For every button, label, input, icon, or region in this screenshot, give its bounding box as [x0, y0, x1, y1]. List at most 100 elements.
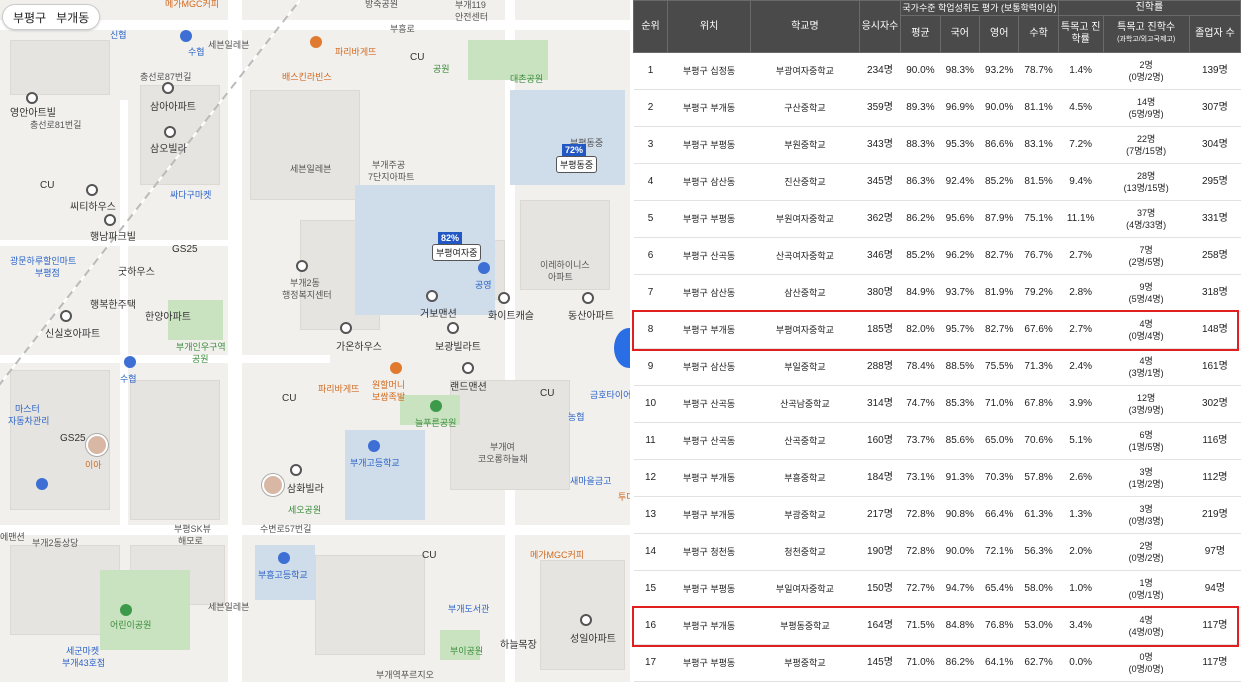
map-label[interactable]: 화이트캐슬: [488, 307, 534, 322]
map-label[interactable]: CU: [422, 550, 436, 561]
breadcrumb-district[interactable]: 부평구: [13, 9, 46, 26]
table-row[interactable]: 7 부평구 삼산동 삼산중학교 380명 84.9% 93.7% 81.9% 79.2% 2.8…: [633, 274, 1241, 312]
map-label[interactable]: 부흥고등학교: [258, 568, 308, 581]
table-row[interactable]: 17 부평구 부평동 부평중학교 145명 71.0% 86.2% 64.1% 62.7% 0.…: [633, 644, 1241, 682]
map-label[interactable]: 아파트: [548, 270, 573, 283]
table-row[interactable]: 11 부평구 산곡동 산곡중학교 160명 73.7% 85.6% 65.0% 70.6% 5.…: [633, 422, 1241, 460]
map-label[interactable]: 대촌공원: [510, 72, 543, 85]
map-label[interactable]: 새마을금고: [570, 474, 611, 487]
school-score-badge[interactable]: 72%: [562, 144, 587, 156]
cell-rate: 7.2%: [1058, 126, 1104, 164]
map-label[interactable]: 성일아파트: [570, 630, 616, 645]
map-label[interactable]: 어린이공원: [110, 618, 151, 631]
table-row[interactable]: 16 부평구 부개동 부평동중학교 164명 71.5% 84.8% 76.8% 53.0% 3…: [633, 607, 1241, 645]
map-label[interactable]: 이아: [85, 458, 102, 471]
map-label[interactable]: 랜드맨션: [450, 378, 487, 393]
map-label[interactable]: 방죽공원: [365, 0, 398, 10]
map-label[interactable]: 부개고등학교: [350, 456, 400, 469]
map-label[interactable]: 농협: [568, 410, 585, 423]
table-row[interactable]: 15 부평구 부평동 부일여자중학교 150명 72.7% 94.7% 65.4% 58.0%…: [633, 570, 1241, 608]
map-label[interactable]: 수협: [188, 45, 205, 58]
table-row[interactable]: 4 부평구 삼산동 진산중학교 345명 86.3% 92.4% 85.2% 81.5% 9.4…: [633, 163, 1241, 201]
map-label[interactable]: 싸다구마켓: [170, 188, 211, 201]
map-label[interactable]: CU: [540, 388, 554, 399]
map-label[interactable]: 7단지아파트: [368, 170, 414, 183]
map-label[interactable]: CU: [40, 180, 54, 191]
user-avatar-2[interactable]: [262, 474, 284, 496]
map-label[interactable]: 행복한주택: [90, 296, 136, 311]
map-label[interactable]: 세븐일레븐: [290, 162, 331, 175]
map-label[interactable]: 보쌈족발: [372, 390, 405, 403]
breadcrumb[interactable]: 부평구 부개동: [2, 4, 101, 30]
map-label[interactable]: GS25: [60, 433, 86, 444]
map-label[interactable]: 해모로: [178, 534, 203, 547]
map-label[interactable]: 부이공원: [450, 644, 483, 657]
map-view[interactable]: 메가MGC커피 방죽공원 부개119 안전센터 부흥로 신협 수협 세븐일레븐 파리바게뜨 CU 공…: [0, 0, 630, 682]
map-label[interactable]: 거보맨션: [420, 305, 457, 320]
map-label[interactable]: 부개2동상당: [32, 536, 78, 549]
map-label[interactable]: 한양아파트: [145, 308, 191, 323]
table-row[interactable]: 14 부평구 청천동 청천중학교 190명 72.8% 90.0% 72.1% 56.3% 2.…: [633, 533, 1241, 571]
table-row[interactable]: 8 부평구 부개동 부평여자중학교 185명 82.0% 95.7% 82.7% 67.6% 2…: [633, 311, 1241, 349]
map-label[interactable]: 메가MGC커피: [530, 548, 584, 561]
table-row[interactable]: 6 부평구 산곡동 산곡여자중학교 346명 85.2% 96.2% 82.7% 76.7% 2…: [633, 237, 1241, 275]
map-label[interactable]: 부개43호점: [62, 656, 105, 669]
map-label[interactable]: 굿하우스: [118, 263, 155, 278]
map-label[interactable]: 수협: [120, 372, 137, 385]
map-label[interactable]: 투다: [618, 490, 630, 503]
table-row[interactable]: 5 부평구 부평동 부원여자중학교 362명 86.2% 95.6% 87.9% 75.1% 1…: [633, 200, 1241, 238]
map-label[interactable]: 보광빌라트: [435, 338, 481, 353]
map-label[interactable]: 부흥로: [390, 22, 415, 35]
map-label[interactable]: CU: [410, 52, 424, 63]
map-label[interactable]: 코오롱하늘채: [478, 452, 528, 465]
table-row[interactable]: 1 부평구 십정동 부광여자중학교 234명 90.0% 98.3% 93.2% 78.7% 1…: [633, 52, 1241, 90]
map-label[interactable]: 행정복지센터: [282, 288, 332, 301]
map-label[interactable]: 충선로81번길: [30, 118, 81, 131]
map-label[interactable]: 파리바게뜨: [335, 45, 376, 58]
map-label[interactable]: 영안아트빌: [10, 104, 56, 119]
map-label[interactable]: GS25: [172, 244, 198, 255]
user-avatar-1[interactable]: [86, 434, 108, 456]
map-label[interactable]: 삼오빌라: [150, 140, 187, 155]
map-label[interactable]: 삼아아파트: [150, 98, 196, 113]
school-marker-label[interactable]: 부평여자중: [432, 244, 482, 261]
table-row[interactable]: 13 부평구 부개동 부광중학교 217명 72.8% 90.8% 66.4% 61.3% 1.…: [633, 496, 1241, 534]
map-label[interactable]: 에맨션: [0, 530, 25, 543]
map-label[interactable]: 배스킨라빈스: [282, 70, 332, 83]
map-label[interactable]: 동산아파트: [568, 307, 614, 322]
map-label[interactable]: 씨티하우스: [70, 198, 116, 213]
map-label[interactable]: 메가MGC커피: [165, 0, 219, 10]
breadcrumb-dong[interactable]: 부개동: [56, 9, 89, 26]
map-label[interactable]: 자동차관리: [8, 414, 49, 427]
map-label[interactable]: 파리바게뜨: [318, 382, 359, 395]
table-row[interactable]: 10 부평구 산곡동 산곡남중학교 314명 74.7% 85.3% 71.0% 67.8% 3…: [633, 385, 1241, 423]
map-label[interactable]: 세븐일레븐: [208, 600, 249, 613]
map-label[interactable]: 삼화빌라: [287, 480, 324, 495]
map-label[interactable]: 공영: [475, 278, 492, 291]
school-score-badge[interactable]: 82%: [438, 232, 463, 244]
map-label[interactable]: 늘푸른공원: [415, 416, 456, 429]
map-label[interactable]: 세오공원: [288, 503, 321, 516]
map-label[interactable]: 세븐일레븐: [208, 38, 249, 51]
map-label[interactable]: CU: [282, 393, 296, 404]
map-label[interactable]: 행남파크빌: [90, 228, 136, 243]
map-label[interactable]: 공원: [192, 352, 209, 365]
map-label[interactable]: 안전센터: [455, 10, 488, 23]
map-label[interactable]: 수변로57번길: [260, 522, 311, 535]
map-label[interactable]: 신실호아파트: [45, 325, 100, 340]
table-row[interactable]: 12 부평구 부개동 부흥중학교 184명 73.1% 91.3% 70.3% 57.8% 2.…: [633, 459, 1241, 497]
map-label[interactable]: 하늘목장: [500, 636, 537, 651]
map-label[interactable]: 부개역푸르지오: [376, 668, 434, 681]
map-label[interactable]: 가온하우스: [336, 338, 382, 353]
table-row[interactable]: 3 부평구 부평동 부원중학교 343명 88.3% 95.3% 86.6% 83.1% 7.2…: [633, 126, 1241, 164]
map-label[interactable]: 충선로87번길: [140, 70, 191, 83]
table-row[interactable]: 9 부평구 삼산동 부일중학교 288명 78.4% 88.5% 75.5% 71.3% 2.4…: [633, 348, 1241, 386]
map-label[interactable]: 부평점: [35, 266, 60, 279]
map-label[interactable]: 공원: [433, 62, 450, 75]
school-marker-label[interactable]: 부평동중: [556, 156, 598, 173]
location-marker[interactable]: [614, 328, 630, 368]
map-label[interactable]: 금호타이어: [590, 388, 630, 401]
table-row[interactable]: 2 부평구 부개동 구산중학교 359명 89.3% 96.9% 90.0% 81.1% 4.5…: [633, 89, 1241, 127]
map-label[interactable]: 신협: [110, 28, 127, 41]
map-label[interactable]: 부개도서관: [448, 602, 489, 615]
